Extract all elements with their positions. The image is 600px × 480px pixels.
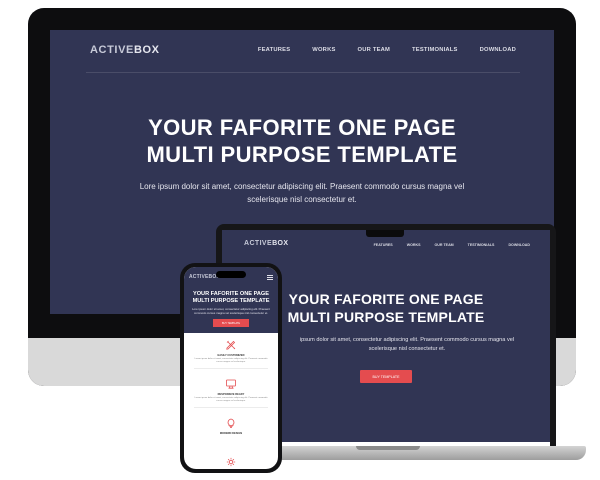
- feature-divider: [194, 368, 268, 369]
- feature-modern-design: MODERN DESIGN: [184, 417, 278, 435]
- nav-divider: [86, 72, 520, 73]
- hero-headline: YOUR FAFORITE ONE PAGE MULTI PURPOSE TEM…: [50, 114, 554, 168]
- lightbulb-icon: [227, 418, 235, 428]
- laptop-nav-our-team[interactable]: OUR TEAM: [435, 243, 454, 247]
- feature-text: Lorem ipsum dolor sit amet, consectetur …: [194, 397, 268, 402]
- laptop-brand-logo[interactable]: ACTIVEBOX: [244, 240, 288, 247]
- phone-screen: ACTIVEBOX YOUR FAFORITE ONE PAGE MULTI P…: [184, 267, 278, 469]
- feature-text: Lorem ipsum dolor sit amet, consectetur …: [194, 358, 268, 363]
- brand-logo[interactable]: ACTIVEBOX: [90, 44, 160, 56]
- feature-divider: [194, 407, 268, 408]
- nav-features[interactable]: FEATURES: [258, 47, 290, 53]
- hero-subtext-line2: scelerisque nisl consectetur et.: [247, 195, 357, 204]
- laptop-nav-works[interactable]: WORKS: [407, 243, 421, 247]
- laptop-logo-part1: ACTIVE: [244, 240, 273, 247]
- pencil-ruler-icon: [226, 340, 236, 350]
- monitor-icon: [226, 379, 236, 389]
- nav-testimonials[interactable]: TESTIMONIALS: [412, 47, 458, 53]
- laptop-opening-groove: [356, 446, 420, 450]
- laptop-nav: FEATURES WORKS OUR TEAM TESTIMONIALS DOW…: [374, 243, 530, 247]
- laptop-logo-part2: BOX: [272, 240, 289, 247]
- hero-subtext-line1: Lore ipsum dolor sit amet, consectetur a…: [139, 182, 465, 191]
- nav-works[interactable]: WORKS: [312, 47, 335, 53]
- hero-headline-line2: MULTI PURPOSE TEMPLATE: [146, 142, 458, 167]
- laptop-subtext-line2: scelerisque nisl consectetur et.: [368, 346, 446, 352]
- phone-headline-line1: YOUR FAFORITE ONE PAGE: [192, 291, 270, 297]
- nav-our-team[interactable]: OUR TEAM: [358, 47, 391, 53]
- nav-download[interactable]: DOWNLOAD: [480, 47, 516, 53]
- feature-responsive-ready: RESPONSIVE READY Lorem ipsum dolor sit a…: [184, 378, 278, 408]
- laptop-hero-subtext: ipsum dolor sit amet, consectetur adipis…: [282, 336, 532, 354]
- laptop-nav-testimonials[interactable]: TESTIMONIALS: [468, 243, 495, 247]
- phone-headline-line2: MULTI PURPOSE TEMPLATE: [192, 298, 270, 304]
- gear-icon: [226, 457, 236, 467]
- laptop-camera-notch: [366, 230, 404, 237]
- brand-logo-part2: BOX: [133, 44, 160, 56]
- laptop-nav-download[interactable]: DOWNLOAD: [508, 243, 530, 247]
- feature-easily-customized: EASILY CUSTOMIZED Lorem ipsum dolor sit …: [184, 339, 278, 369]
- hero-subtext: Lore ipsum dolor sit amet, consectetur a…: [120, 180, 484, 206]
- brand-logo-part1: ACTIVE: [90, 44, 134, 56]
- feature-title: RESPONSIVE READY: [217, 393, 245, 396]
- laptop-buy-template-button[interactable]: BUY TEMPLATE: [360, 370, 412, 383]
- hamburger-menu-icon[interactable]: [267, 275, 273, 280]
- feature-title: MODERN DESIGN: [219, 432, 243, 435]
- feature-partial-next: [184, 457, 278, 467]
- phone-hero-headline: YOUR FAFORITE ONE PAGE MULTI PURPOSE TEM…: [184, 291, 278, 305]
- laptop-nav-features[interactable]: FEATURES: [374, 243, 393, 247]
- hero-headline-line1: YOUR FAFORITE ONE PAGE: [148, 115, 456, 140]
- phone-logo-part1: ACTIVE: [189, 274, 209, 280]
- feature-title: EASILY CUSTOMIZED: [217, 354, 245, 357]
- main-nav: FEATURES WORKS OUR TEAM TESTIMONIALS DOW…: [258, 47, 516, 53]
- phone-dynamic-island: [216, 271, 246, 278]
- phone-hero-subtext: Lore ipsum dolor sit amet, consectetur a…: [192, 307, 270, 315]
- phone-buy-template-button[interactable]: BUY TEMPLATE: [213, 319, 249, 327]
- laptop-subtext-line1: ipsum dolor sit amet, consectetur adipis…: [299, 337, 515, 343]
